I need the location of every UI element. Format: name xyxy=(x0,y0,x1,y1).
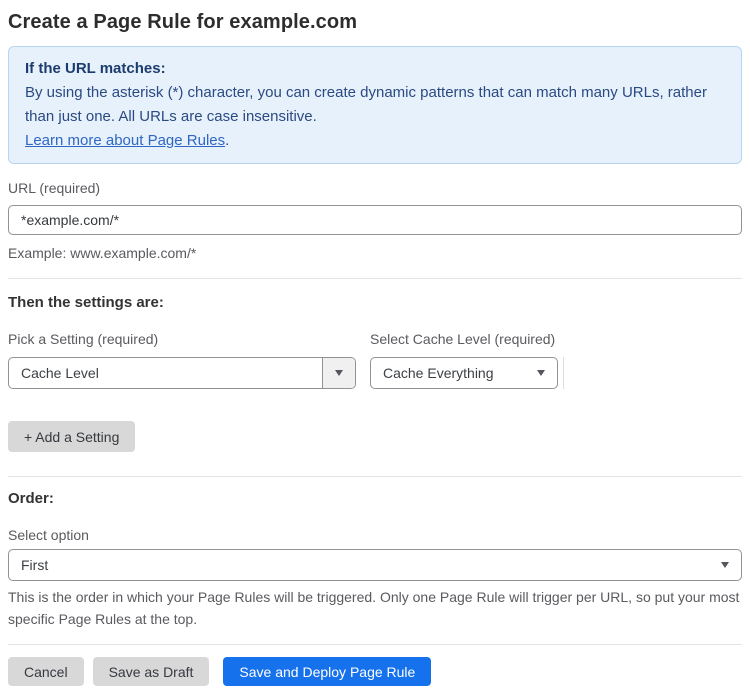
setting-picker-field: Pick a Setting (required) Cache Level xyxy=(8,331,356,389)
cache-level-label: Select Cache Level (required) xyxy=(370,331,556,347)
order-section-heading: Order: xyxy=(8,490,54,507)
url-input[interactable] xyxy=(8,205,742,235)
url-field-help: Example: www.example.com/* xyxy=(8,245,197,261)
setting-picker-value: Cache Level xyxy=(21,365,99,381)
setting-picker-label: Pick a Setting (required) xyxy=(8,331,159,347)
link-suffix: . xyxy=(225,132,230,149)
order-select-label: Select option xyxy=(8,527,89,543)
order-help-text: This is the order in which your Page Rul… xyxy=(8,589,740,627)
caret-down-icon xyxy=(721,562,729,568)
url-field-label: URL (required) xyxy=(8,180,101,196)
save-as-draft-button[interactable]: Save as Draft xyxy=(92,657,210,686)
info-box-body: By using the asterisk (*) character, you… xyxy=(25,84,707,125)
add-setting-button[interactable]: + Add a Setting xyxy=(8,421,136,452)
cache-level-field: Select Cache Level (required) Cache Ever… xyxy=(370,331,564,389)
order-select-value: First xyxy=(21,557,49,573)
section-divider xyxy=(8,476,742,477)
settings-section-heading: Then the settings are: xyxy=(8,294,164,311)
cancel-button[interactable]: Cancel xyxy=(8,657,84,686)
form-actions: Cancel Save as Draft Save and Deploy Pag… xyxy=(8,657,742,686)
order-select[interactable]: First xyxy=(8,549,742,581)
section-divider xyxy=(8,278,742,279)
save-and-deploy-button[interactable]: Save and Deploy Page Rule xyxy=(223,657,432,686)
info-box-link-line: Learn more about Page Rules. xyxy=(25,129,725,153)
url-matches-info-box: If the URL matches: By using the asteris… xyxy=(8,46,742,164)
setting-picker-arrow-box[interactable] xyxy=(322,358,355,388)
cache-level-select-wrap: Cache Everything xyxy=(370,348,564,389)
settings-cell-divider xyxy=(563,357,564,389)
cache-level-select[interactable]: Cache Everything xyxy=(370,357,559,389)
setting-picker-select[interactable]: Cache Level xyxy=(8,357,356,389)
section-divider xyxy=(8,644,742,645)
caret-down-icon xyxy=(537,370,546,376)
learn-more-link[interactable]: Learn more about Page Rules xyxy=(25,132,225,149)
page-title: Create a Page Rule for example.com xyxy=(8,11,358,33)
info-box-heading: If the URL matches: xyxy=(25,60,166,77)
cache-level-value: Cache Everything xyxy=(383,365,494,381)
caret-down-icon xyxy=(335,370,343,376)
settings-row: Pick a Setting (required) Cache Level Se… xyxy=(8,331,742,389)
